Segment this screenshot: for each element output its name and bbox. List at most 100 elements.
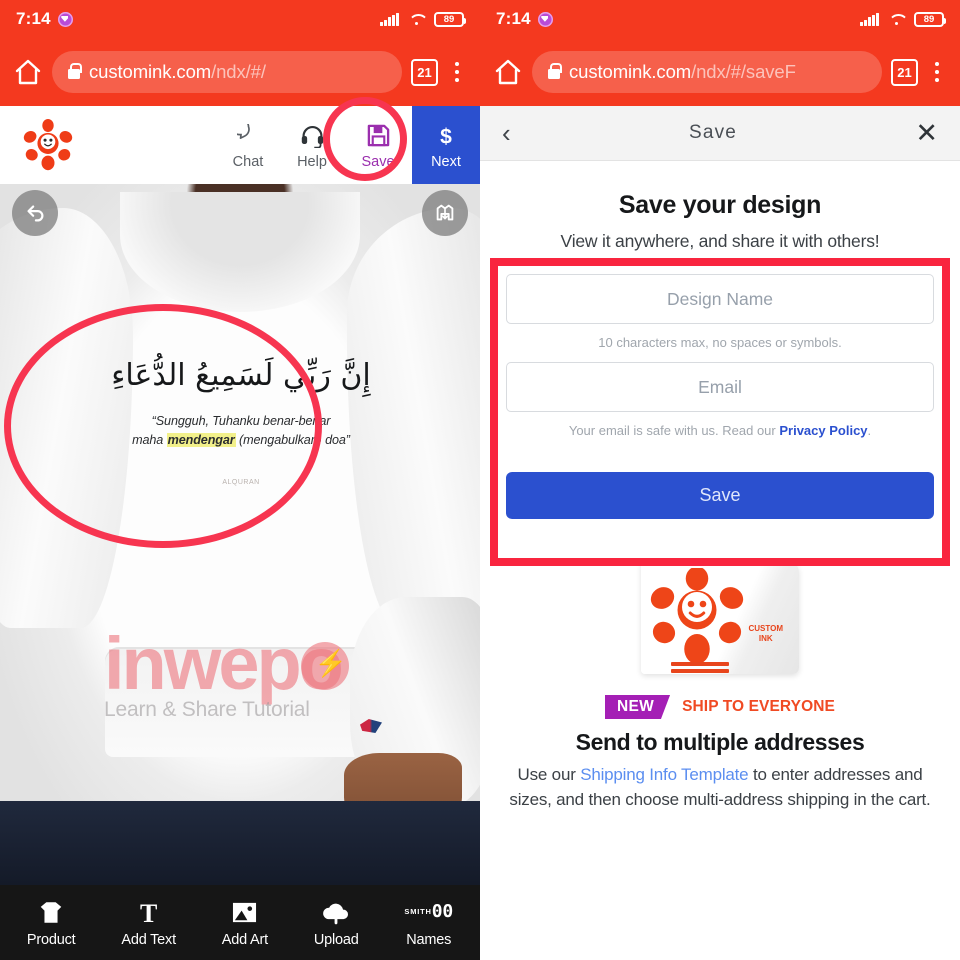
design-arabic-text: إِنَّ رَبِّي لَسَمِيعُ الدُّعَاءِ <box>111 358 371 393</box>
translation-highlight: mendengar <box>166 433 236 448</box>
box-tape <box>671 662 729 666</box>
tool-names[interactable]: SMITH 00 Names <box>404 897 453 949</box>
save-modal-header: ‹ Save ✕ <box>480 106 960 161</box>
email-hint: Your email is safe with us. Read our Pri… <box>568 423 872 438</box>
close-icon[interactable]: ✕ <box>915 119 938 147</box>
box-label-custom: CUSTOM <box>748 624 783 633</box>
promo-eyebrow: SHIP TO EVERYONE <box>682 698 835 715</box>
browser-menu-icon-left[interactable] <box>447 61 467 83</box>
design-translation: “Sungguh, Tuhanku benar-benar maha mende… <box>96 412 386 451</box>
editor-bottom-toolbar: Product T Add Text Add Art Upload SMITH … <box>0 885 480 960</box>
box-label-ink: INK <box>758 634 773 643</box>
signal-bars-icon <box>380 12 399 26</box>
headset-icon <box>300 121 325 151</box>
dollar-icon: $ <box>435 121 457 151</box>
customink-logo[interactable] <box>0 106 96 184</box>
chat-bubble-icon <box>236 121 260 151</box>
battery-icon: 89 <box>434 11 467 27</box>
home-icon[interactable] <box>13 57 43 87</box>
wifi-icon-right <box>888 13 905 26</box>
watermark-bulb-icon <box>300 642 349 690</box>
tool-product[interactable]: Product <box>27 897 76 948</box>
svg-text:$: $ <box>440 125 452 148</box>
signal-bars-icon-right <box>860 12 879 26</box>
url-text-right: customink.com/ndx/#/saveF <box>569 61 796 82</box>
tool-product-label: Product <box>26 932 76 948</box>
save-modal-body: Save your design View it anywhere, and s… <box>480 161 960 960</box>
tab-count-button-left[interactable]: 21 <box>411 58 438 86</box>
watermark-sub: Learn & Share Tutorial <box>104 697 310 721</box>
heart-app-icon <box>57 11 73 27</box>
save-subheading: View it anywhere, and share it with othe… <box>560 231 880 251</box>
names-number-icon: SMITH 00 <box>404 897 453 927</box>
chat-button[interactable]: Chat <box>216 106 280 184</box>
battery-icon-right: 89 <box>914 11 947 27</box>
tool-add-art-label: Add Art <box>221 932 268 948</box>
browser-bar-left: customink.com/ndx/#/ 21 <box>0 38 480 106</box>
status-left-group-right: 7:14 <box>496 9 553 29</box>
undo-button[interactable] <box>12 190 58 236</box>
box-brand-label: CUSTOM INK <box>748 624 783 644</box>
promo-image-wrap: CUSTOM INK <box>504 543 936 693</box>
promo-section: CUSTOM INK NEW SHIP TO EVERYONE Send to … <box>480 537 960 812</box>
right-panel-save-modal: 7:14 89 customink.com/ndx/#/saveF 21 ‹ S… <box>480 0 960 960</box>
save-submit-button[interactable]: Save <box>506 472 934 519</box>
tool-add-text[interactable]: T Add Text <box>121 897 176 949</box>
flip-product-button[interactable] <box>422 190 468 236</box>
design-name-hint: 10 characters max, no spaces or symbols. <box>598 335 842 350</box>
privacy-policy-link[interactable]: Privacy Policy <box>779 423 867 438</box>
browser-bar-right: customink.com/ndx/#/saveF 21 <box>480 38 960 106</box>
help-button[interactable]: Help <box>280 106 344 184</box>
status-bar-left: 7:14 89 <box>0 0 480 38</box>
names-icon-smith: SMITH <box>404 907 432 917</box>
product-canvas[interactable]: إِنَّ رَبِّي لَسَمِيعُ الدُّعَاءِ “Sungg… <box>0 184 480 885</box>
chat-label: Chat <box>232 153 264 170</box>
status-left-group: 7:14 <box>16 9 73 29</box>
status-right-group: 89 <box>380 11 467 27</box>
design-name-input[interactable] <box>506 274 934 324</box>
tool-upload-label: Upload <box>313 932 359 948</box>
tool-add-art[interactable]: Add Art <box>222 897 268 948</box>
model-jeans <box>0 801 480 885</box>
modal-title: Save <box>688 122 738 143</box>
new-badge: NEW <box>605 695 671 719</box>
next-button[interactable]: $ Next <box>412 106 480 184</box>
translation-line-2: maha mendengar (mengabulkan) doa” <box>132 433 350 448</box>
help-label: Help <box>297 153 327 170</box>
tool-upload[interactable]: Upload <box>314 897 359 948</box>
cloud-upload-icon <box>321 897 351 927</box>
browser-menu-icon-right[interactable] <box>927 61 947 83</box>
design-artwork[interactable]: إِنَّ رَبِّي لَسَمِيعُ الدُّعَاءِ “Sungg… <box>96 354 386 486</box>
status-time: 7:14 <box>16 9 51 28</box>
octopus-box-graphic <box>650 568 744 664</box>
address-bar-right[interactable]: customink.com/ndx/#/saveF <box>532 51 882 93</box>
email-input[interactable] <box>506 362 934 412</box>
back-chevron-icon[interactable]: ‹ <box>502 120 511 146</box>
lock-icon <box>68 62 82 79</box>
floppy-save-icon <box>366 121 391 151</box>
wifi-icon <box>408 13 425 26</box>
save-label: Save <box>361 153 395 170</box>
tab-count-button-right[interactable]: 21 <box>891 58 918 86</box>
names-icon-number: 00 <box>431 901 454 922</box>
image-icon <box>231 897 258 927</box>
svg-text:T: T <box>140 900 157 925</box>
promo-heading: Send to multiple addresses <box>575 729 865 755</box>
tshirt-icon <box>37 897 65 927</box>
next-label: Next <box>431 153 461 170</box>
inwepo-watermark: inwepo Learn & Share Tutorial <box>104 627 349 722</box>
save-form: 10 characters max, no spaces or symbols.… <box>480 252 960 537</box>
status-time-right: 7:14 <box>496 9 531 28</box>
lock-icon-right <box>548 62 562 79</box>
status-bar-right: 7:14 89 <box>480 0 960 38</box>
dual-screenshot: 7:14 89 customink.com/ndx/#/ 21 Chat Hel… <box>0 0 960 960</box>
shipping-info-template-link[interactable]: Shipping Info Template <box>580 765 748 784</box>
url-text-left: customink.com/ndx/#/ <box>89 61 266 82</box>
design-credit: ALQURAN <box>222 478 260 486</box>
home-icon-right[interactable] <box>493 57 523 87</box>
promo-badge-row: NEW SHIP TO EVERYONE <box>504 695 936 719</box>
heart-app-icon-right <box>537 11 553 27</box>
address-bar-left[interactable]: customink.com/ndx/#/ <box>52 51 402 93</box>
save-button[interactable]: Save <box>344 106 412 184</box>
